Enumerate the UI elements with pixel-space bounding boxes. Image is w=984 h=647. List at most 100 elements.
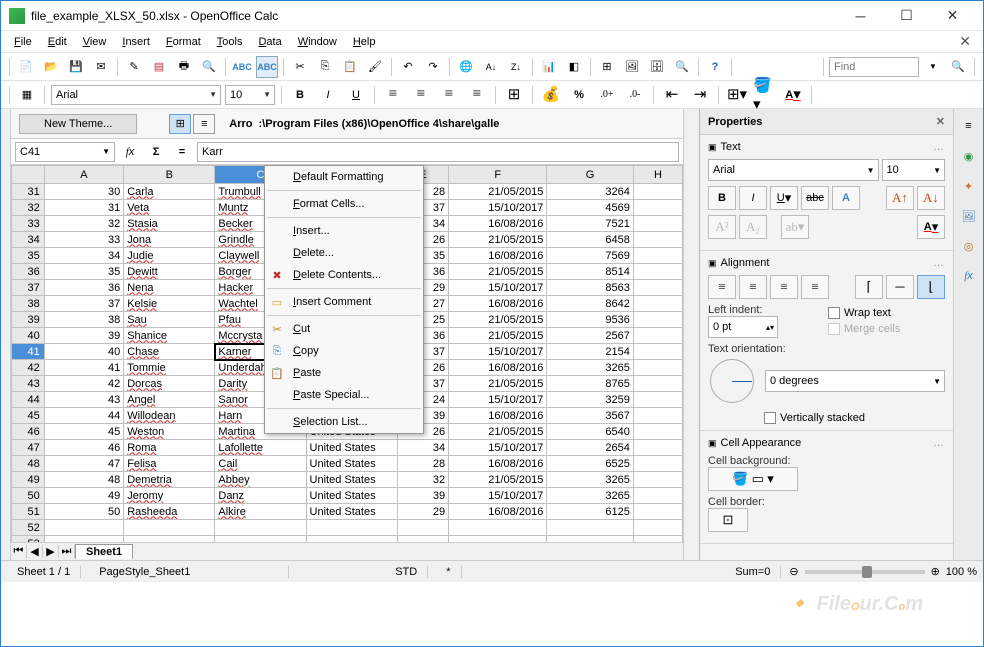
menu-file[interactable]: File — [7, 34, 39, 50]
formula-input[interactable]: Karr — [197, 142, 679, 162]
chart-icon[interactable]: 📊 — [538, 56, 560, 78]
print-icon[interactable]: 🖶 — [173, 56, 195, 78]
row-header[interactable]: 38 — [12, 296, 45, 312]
datasource-icon[interactable]: 🗄 — [646, 56, 668, 78]
sum-icon[interactable]: Σ — [145, 141, 167, 163]
sidetab-gallery-icon[interactable]: ✦ — [958, 175, 980, 197]
props-valign-mid[interactable]: ─ — [886, 275, 914, 299]
del-decimal-button[interactable]: .0- — [623, 84, 647, 106]
undo-icon[interactable]: ↶ — [397, 56, 419, 78]
maximize-button[interactable]: ☐ — [884, 2, 929, 30]
row-header[interactable]: 53 — [12, 536, 45, 543]
navigator-icon[interactable]: ⊞ — [596, 56, 618, 78]
context-menu-item[interactable]: Delete... — [265, 242, 423, 264]
sheet-tab[interactable]: Sheet1 — [75, 544, 133, 559]
autospell-icon[interactable]: ABC — [256, 56, 278, 78]
col-header[interactable]: B — [124, 166, 215, 184]
row-header[interactable]: 31 — [12, 184, 45, 200]
align-left-button[interactable]: ≡ — [381, 84, 405, 106]
props-grow-button[interactable]: A↑ — [886, 186, 914, 210]
sidetab-styles-icon[interactable]: ◉ — [958, 145, 980, 167]
row-header[interactable]: 40 — [12, 328, 45, 344]
minimize-button[interactable]: ─ — [838, 2, 883, 30]
tab-last-button[interactable]: ⏭ — [59, 545, 75, 558]
props-italic-button[interactable]: I — [739, 186, 767, 210]
edit-icon[interactable]: ✎ — [123, 56, 145, 78]
percent-button[interactable]: % — [567, 84, 591, 106]
props-strike-button[interactable]: abc — [801, 186, 829, 210]
sort-asc-icon[interactable]: A↓ — [480, 56, 502, 78]
show-draw-icon[interactable]: ◧ — [563, 56, 585, 78]
context-menu-item[interactable]: Insert... — [265, 220, 423, 242]
borders-button[interactable]: ⊞▾ — [725, 84, 749, 106]
paintbrush-icon[interactable]: 🖌 — [364, 56, 386, 78]
vertical-scrollbar[interactable] — [683, 109, 699, 560]
props-indent-spinner[interactable]: 0 pt▴▾ — [708, 316, 778, 338]
find-input[interactable] — [829, 57, 919, 77]
props-valign-top[interactable]: ⌈ — [855, 275, 883, 299]
row-header[interactable]: 41 — [12, 344, 45, 360]
props-shadow-button[interactable]: A — [832, 186, 860, 210]
currency-button[interactable]: 💰 — [539, 84, 563, 106]
font-size-combo[interactable]: 10▼ — [225, 85, 275, 105]
bgcolor-button[interactable]: 🪣▾ — [753, 84, 777, 106]
row-header[interactable]: 45 — [12, 408, 45, 424]
context-menu-item[interactable]: ⎘Copy — [265, 340, 423, 362]
align-right-button[interactable]: ≡ — [437, 84, 461, 106]
props-fontcolor-button[interactable]: A▾ — [917, 215, 945, 239]
spellcheck-icon[interactable]: ABC — [231, 56, 253, 78]
context-menu-item[interactable]: Paste Special... — [265, 384, 423, 406]
row-header[interactable]: 39 — [12, 312, 45, 328]
add-decimal-button[interactable]: .0+ — [595, 84, 619, 106]
menu-view[interactable]: View — [76, 34, 114, 50]
tab-first-button[interactable]: ⏮ — [11, 545, 27, 558]
row-header[interactable]: 36 — [12, 264, 45, 280]
zoom-slider[interactable] — [805, 570, 925, 574]
find-next-icon[interactable]: 🔍 — [947, 56, 969, 78]
props-sub-button[interactable]: A₂ — [739, 215, 767, 239]
props-underline-button[interactable]: U▾ — [770, 186, 798, 210]
context-menu-item[interactable]: ✖Delete Contents... — [265, 264, 423, 286]
props-halign-justify[interactable]: ≡ — [801, 275, 829, 299]
col-header[interactable]: F — [449, 166, 547, 184]
orientation-dial[interactable] — [710, 359, 754, 403]
row-header[interactable]: 43 — [12, 376, 45, 392]
menu-edit[interactable]: Edit — [41, 34, 74, 50]
properties-close-icon[interactable]: ✕ — [936, 115, 945, 128]
row-header[interactable]: 44 — [12, 392, 45, 408]
row-header[interactable]: 49 — [12, 472, 45, 488]
col-header[interactable]: H — [633, 166, 682, 184]
menu-window[interactable]: Window — [291, 34, 344, 50]
props-bold-button[interactable]: B — [708, 186, 736, 210]
props-halign-right[interactable]: ≡ — [770, 275, 798, 299]
menu-help[interactable]: Help — [346, 34, 383, 50]
font-name-combo[interactable]: Arial▼ — [51, 85, 221, 105]
dec-indent-button[interactable]: ⇤ — [660, 84, 684, 106]
props-halign-left[interactable]: ≡ — [708, 275, 736, 299]
context-menu-item[interactable]: ✂Cut — [265, 318, 423, 340]
sidetab-compass-icon[interactable]: ◎ — [958, 235, 980, 257]
sidetab-navigator-icon[interactable]: 🖼 — [958, 205, 980, 227]
align-center-button[interactable]: ≡ — [409, 84, 433, 106]
context-menu-item[interactable]: Selection List... — [265, 411, 423, 433]
props-highlight-button[interactable]: ab▾ — [781, 215, 809, 239]
props-halign-center[interactable]: ≡ — [739, 275, 767, 299]
open-icon[interactable]: 📂 — [40, 56, 62, 78]
row-header[interactable]: 35 — [12, 248, 45, 264]
context-menu-item[interactable]: ▭Insert Comment — [265, 291, 423, 313]
menu-insert[interactable]: Insert — [115, 34, 157, 50]
preview-icon[interactable]: 🔍 — [198, 56, 220, 78]
menu-format[interactable]: Format — [159, 34, 208, 50]
menu-tools[interactable]: Tools — [210, 34, 250, 50]
context-menu-item[interactable]: Default Formatting — [265, 166, 423, 188]
close-button[interactable]: ✕ — [930, 2, 975, 30]
row-header[interactable]: 46 — [12, 424, 45, 440]
context-menu-item[interactable]: Format Cells... — [265, 193, 423, 215]
props-shrink-button[interactable]: A↓ — [917, 186, 945, 210]
row-header[interactable]: 42 — [12, 360, 45, 376]
props-vstack-checkbox[interactable]: Vertically stacked — [764, 412, 945, 424]
styles-icon[interactable]: ▦ — [16, 84, 38, 106]
sidetab-functions-icon[interactable]: fx — [958, 265, 980, 287]
copy-icon[interactable]: ⎘ — [314, 56, 336, 78]
row-header[interactable]: 33 — [12, 216, 45, 232]
